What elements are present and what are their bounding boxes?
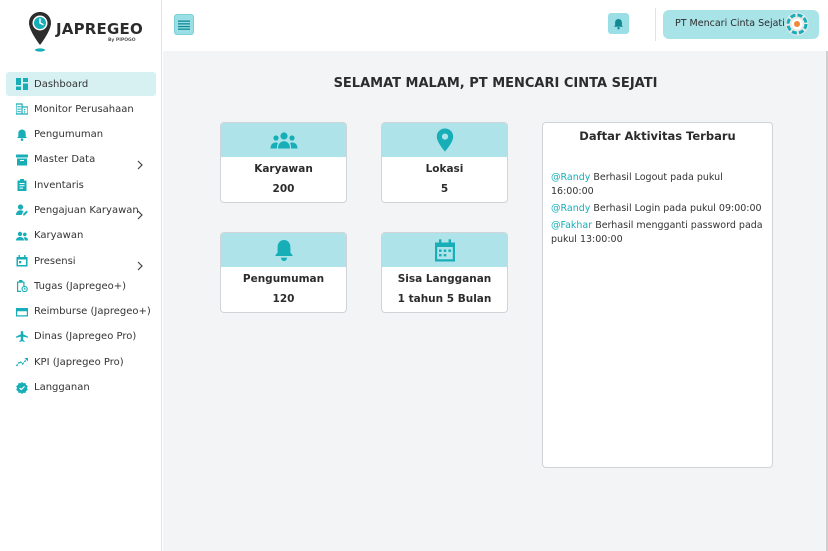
- chevron-right-icon: [136, 205, 144, 220]
- sidebar-item-karyawan[interactable]: Karyawan: [6, 224, 156, 248]
- activity-panel: Daftar Aktivitas Terbaru @Randy Berhasil…: [542, 122, 773, 468]
- sidebar-item-pengumuman[interactable]: Pengumuman: [6, 123, 156, 147]
- card-header: [221, 233, 346, 267]
- sidebar-item-inventaris[interactable]: Inventaris: [6, 173, 156, 197]
- sidebar-item-kpi[interactable]: KPI (Japregeo Pro): [6, 350, 156, 374]
- sidebar-item-dashboard[interactable]: Dashboard: [6, 72, 156, 96]
- card-title: Karyawan: [254, 163, 313, 175]
- card-header: [221, 123, 346, 157]
- clipboard-icon: [16, 179, 28, 192]
- sidebar-item-label: Reimburse (Japregeo+): [34, 306, 151, 318]
- sidebar-item-label: Master Data: [34, 154, 96, 166]
- card-title: Pengumuman: [242, 273, 325, 285]
- people-icon: [16, 230, 28, 242]
- activity-title: Daftar Aktivitas Terbaru: [579, 129, 736, 143]
- bell-icon: [613, 18, 624, 29]
- sidebar-item-label: Pengumuman: [34, 129, 104, 141]
- sidebar-item-langganan[interactable]: Langganan: [6, 376, 156, 400]
- stat-card-lokasi[interactable]: Lokasi 5: [381, 122, 508, 203]
- card-icon: [16, 306, 28, 318]
- brand-logo[interactable]: JAPREGEO By PIPOGO: [28, 11, 143, 53]
- sidebar-item-label: Pengajuan Karyawan: [34, 204, 139, 216]
- card-title: Lokasi: [425, 163, 464, 175]
- sidebar: JAPREGEO By PIPOGO Dashboard Monitor Per…: [0, 0, 162, 551]
- archive-icon: [16, 154, 28, 166]
- avatar: [785, 12, 809, 36]
- sidebar-item-master-data[interactable]: Master Data: [6, 148, 156, 172]
- card-value: 120: [272, 293, 295, 305]
- sidebar-item-label: KPI (Japregeo Pro): [34, 356, 124, 368]
- people-icon: [270, 131, 297, 148]
- card-value: 5: [440, 183, 449, 195]
- sidebar-item-presensi[interactable]: Presensi: [6, 249, 156, 273]
- company-name: PT Mencari Cinta Sejati: [675, 18, 785, 29]
- sidebar-item-tugas[interactable]: Tugas (Japregeo+): [6, 274, 156, 298]
- verified-icon: [16, 381, 28, 394]
- card-title: Sisa Langganan: [397, 273, 492, 285]
- activity-user-link[interactable]: @Randy: [551, 203, 590, 214]
- airplane-icon: [16, 330, 28, 343]
- person-edit-icon: [16, 204, 28, 216]
- sidebar-item-label: Langganan: [34, 382, 90, 394]
- main-content: SELAMAT MALAM, PT MENCARI CINTA SEJATI K…: [163, 51, 828, 551]
- list-item: @Randy Berhasil Login pada pukul 09:00:0…: [551, 202, 767, 216]
- trend-icon: [16, 356, 28, 368]
- activity-list: @Randy Berhasil Logout pada pukul 16:00:…: [551, 171, 767, 250]
- sidebar-item-monitor-perusahaan[interactable]: Monitor Perusahaan: [6, 97, 156, 121]
- logo-pin-icon: [29, 12, 51, 52]
- menu-toggle-button[interactable]: [174, 14, 194, 35]
- sidebar-item-dinas[interactable]: Dinas (Japregeo Pro): [6, 325, 156, 349]
- sidebar-item-label: Inventaris: [34, 179, 84, 191]
- brand-sub: By PIPOGO: [108, 38, 136, 43]
- task-icon: [16, 280, 28, 293]
- calendar-icon: [16, 255, 28, 267]
- activity-user-link[interactable]: @Fakhar: [551, 220, 592, 231]
- company-profile-button[interactable]: PT Mencari Cinta Sejati: [663, 10, 819, 39]
- notification-button[interactable]: [608, 13, 629, 34]
- sidebar-item-label: Karyawan: [34, 230, 84, 242]
- dashboard-icon: [16, 78, 28, 90]
- stat-card-karyawan[interactable]: Karyawan 200: [220, 122, 347, 203]
- card-value: 1 tahun 5 Bulan: [397, 293, 492, 305]
- sidebar-item-label: Dashboard: [34, 78, 89, 90]
- location-pin-icon: [436, 128, 453, 152]
- sidebar-item-pengajuan-karyawan[interactable]: Pengajuan Karyawan: [6, 198, 156, 222]
- topbar: PT Mencari Cinta Sejati: [162, 0, 828, 51]
- chevron-right-icon: [136, 256, 144, 271]
- sidebar-nav: Dashboard Monitor Perusahaan Pengumuman …: [6, 72, 156, 401]
- chevron-right-icon: [136, 155, 144, 170]
- brand-name: JAPREGEO: [56, 20, 143, 38]
- sidebar-item-reimburse[interactable]: Reimburse (Japregeo+): [6, 300, 156, 324]
- stat-card-sisa-langganan[interactable]: Sisa Langganan 1 tahun 5 Bulan: [381, 232, 508, 313]
- card-header: [382, 123, 507, 157]
- list-item: @Fakhar Berhasil mengganti password pada…: [551, 219, 767, 247]
- sidebar-item-label: Monitor Perusahaan: [34, 103, 134, 115]
- list-item: @Randy Berhasil Logout pada pukul 16:00:…: [551, 171, 767, 199]
- page-title: SELAMAT MALAM, PT MENCARI CINTA SEJATI: [333, 76, 658, 91]
- bell-icon: [274, 239, 293, 261]
- activity-text: Berhasil Login pada pukul 09:00:00: [590, 203, 762, 214]
- sidebar-item-label: Tugas (Japregeo+): [34, 280, 127, 292]
- card-header: [382, 233, 507, 267]
- hamburger-icon: [178, 20, 190, 30]
- calendar-icon: [434, 238, 455, 261]
- sidebar-item-label: Dinas (Japregeo Pro): [34, 331, 137, 343]
- building-icon: [16, 103, 28, 115]
- stat-card-pengumuman[interactable]: Pengumuman 120: [220, 232, 347, 313]
- activity-user-link[interactable]: @Randy: [551, 172, 590, 183]
- bell-icon: [16, 129, 28, 141]
- topbar-divider: [655, 8, 656, 41]
- card-value: 200: [272, 183, 295, 195]
- sidebar-item-label: Presensi: [34, 255, 76, 267]
